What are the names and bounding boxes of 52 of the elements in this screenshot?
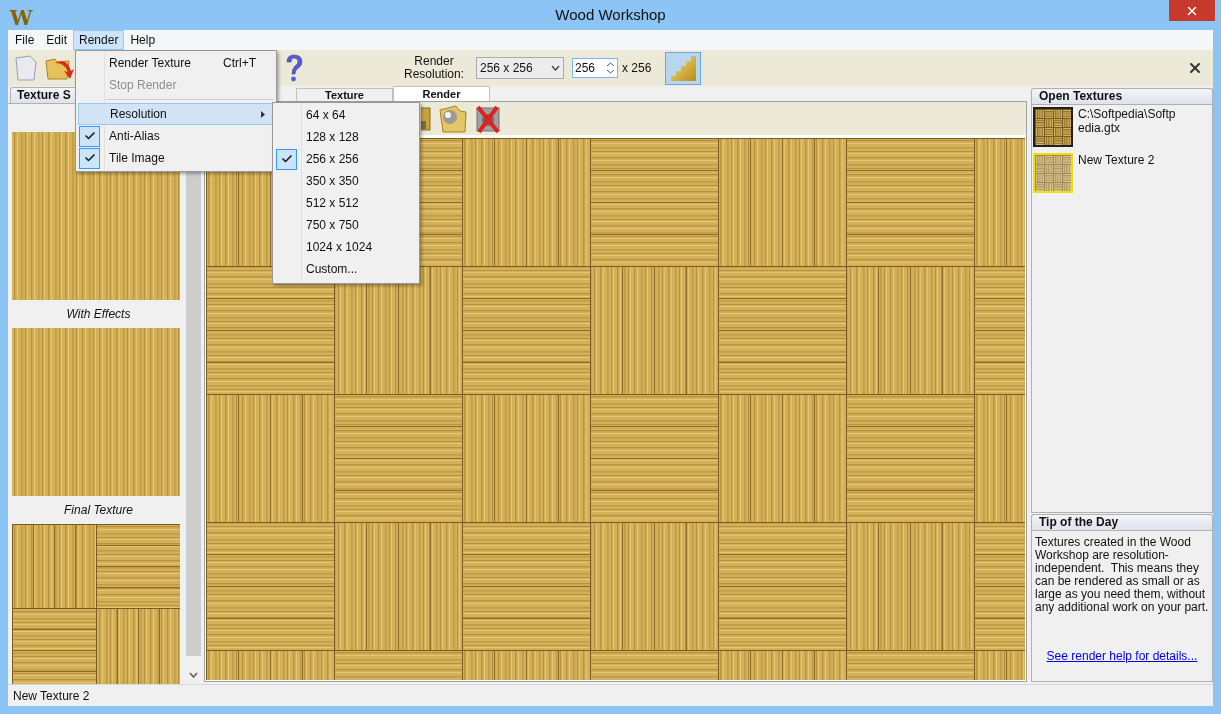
width-spinner[interactable]: 256 — [572, 58, 618, 78]
height-text: x 256 — [622, 60, 652, 77]
tab[interactable]: Texture — [296, 88, 393, 101]
menu-item[interactable]: Render Texture Ctrl+T — [76, 52, 276, 74]
spin-arrows-icon — [606, 61, 615, 75]
help-icon[interactable] — [283, 53, 305, 83]
scroll-down-icon[interactable] — [189, 672, 198, 678]
menu-item[interactable]: 128 x 128 — [273, 126, 419, 148]
menu-item[interactable]: 750 x 750 — [273, 214, 419, 236]
app-logo: W — [10, 5, 33, 32]
tip-text: Textures created in the Wood Workshop are resolution-independent. This means they can be rendered as small or as large as you need them, without any additional work on your part. — [1035, 536, 1209, 614]
panel-header: Open Textures — [1031, 88, 1213, 104]
new-document-icon[interactable] — [14, 54, 38, 82]
texture-thumbnail — [1035, 109, 1071, 145]
stairs-icon — [670, 55, 696, 81]
menu-item[interactable]: 350 x 350 — [273, 170, 419, 192]
close-icon[interactable] — [1187, 60, 1203, 76]
texture-thumbnail — [1035, 155, 1071, 191]
menu-item[interactable]: Resolution — [78, 103, 274, 125]
sphere-folder-icon[interactable] — [438, 104, 468, 133]
texture-list-item[interactable]: New Texture 2 — [1033, 153, 1212, 193]
submenu-arrow-icon — [261, 110, 265, 118]
save-icon[interactable] — [421, 106, 431, 131]
section-label: Final Texture — [64, 502, 133, 519]
status-text: New Texture 2 — [13, 687, 90, 705]
window-close-button[interactable] — [1169, 0, 1215, 21]
section-label: With Effects — [66, 306, 131, 323]
texture-list-item[interactable]: C:\Softpedia\Softpedia.gtx — [1033, 107, 1212, 147]
panel-header: Tip of the Day — [1031, 514, 1213, 530]
menu-item[interactable]: Custom... — [273, 258, 419, 280]
menu-item[interactable]: File — [9, 30, 41, 50]
resolution-label: Render Resolution: — [403, 55, 465, 81]
menu-item[interactable]: Edit — [40, 30, 74, 50]
check-icon — [83, 152, 96, 164]
menu-item[interactable]: 1024 x 1024 — [273, 236, 419, 258]
tab[interactable]: Render — [393, 86, 490, 101]
menu-item[interactable]: 512 x 512 — [273, 192, 419, 214]
help-link[interactable]: See render help for details... — [1046, 650, 1198, 663]
menu-item[interactable]: 64 x 64 — [273, 104, 419, 126]
menu-item[interactable]: Anti-Alias — [76, 125, 276, 147]
check-icon — [83, 130, 96, 142]
window-title: Wood Workshop — [555, 4, 666, 25]
render-button[interactable] — [665, 51, 702, 85]
open-folder-icon[interactable] — [45, 55, 75, 81]
delete-icon[interactable] — [475, 104, 501, 133]
menu-item[interactable]: Tile Image — [76, 147, 276, 169]
menu-item[interactable]: Help — [124, 30, 162, 50]
check-icon — [280, 153, 293, 165]
menu-item[interactable]: Render — [73, 30, 125, 50]
resolution-select[interactable]: 256 x 256 — [476, 57, 564, 79]
dropdown-icon — [551, 65, 560, 71]
menu-item[interactable]: 256 x 256 — [273, 148, 419, 170]
